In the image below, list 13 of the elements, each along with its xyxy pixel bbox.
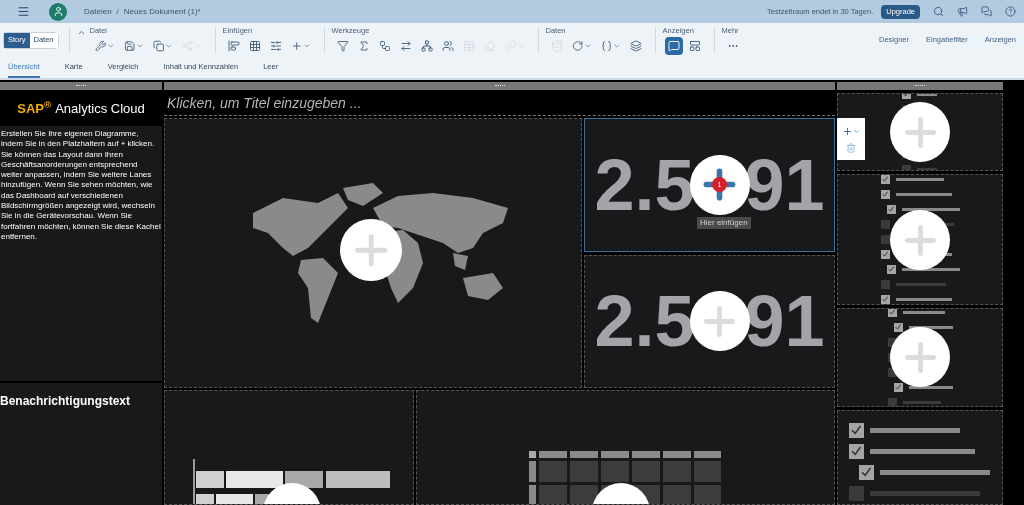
- brand-mark: SAP$^{®}$: [17, 99, 52, 119]
- breadcrumb-separator: /: [116, 5, 119, 18]
- title-placeholder: Klicken, um Titel einzugeben ...: [167, 94, 362, 113]
- kpi-value: 2.5: [594, 148, 695, 221]
- intro-text: Erstellen Sie Ihre eigenen Diagramme, indem Sie in den Platzhaltern auf + klicken. Sie können das Layout dann Ihren Geschäftsanorderungen entsprechend weiter anpassen, indem Sie weitere Lanes hinzufügen. Wenn Sie sehen möchten, wie das Dashboard auf verschiedenen Bildschirmgrößen angezeigt wird, wechseln Sie in die Gerätevorschau. Wenn Sie fortfahren möchten, können Sie diese Kachel entfernen.: [1, 129, 161, 243]
- brand-name: Analytics Cloud: [55, 100, 145, 119]
- kpi-tile[interactable]: 2.5 91: [584, 254, 835, 388]
- breadcrumb-link[interactable]: Neues Dokument (1)*: [123, 5, 201, 18]
- breadcrumb-link[interactable]: Dateien: [84, 5, 112, 18]
- kpi-value: 2.5: [594, 285, 695, 358]
- tooltip: Hier einfügen: [697, 217, 751, 229]
- kpi-value: 91: [744, 285, 825, 358]
- notification-title: Benachrichtigungstext: [0, 394, 131, 408]
